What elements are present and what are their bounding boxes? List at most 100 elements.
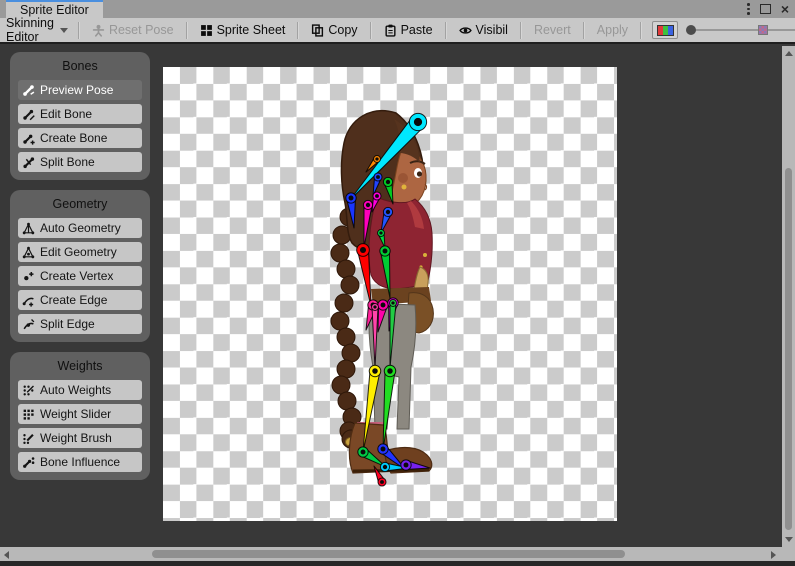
bone-joint[interactable]	[372, 368, 378, 374]
toolbar-divider	[520, 22, 522, 39]
bone-joint[interactable]	[376, 175, 380, 179]
bone-joint[interactable]	[360, 247, 366, 253]
toolbar-divider	[370, 22, 372, 39]
bone-joint[interactable]	[381, 447, 386, 452]
bone[interactable]	[383, 365, 396, 450]
bone-joint[interactable]	[404, 463, 409, 468]
toolbar-button-label: Paste	[401, 23, 433, 37]
bone-split-icon	[22, 156, 35, 169]
split-bone-button[interactable]: Split Bone	[18, 152, 142, 172]
revert-button: Revert	[524, 18, 581, 42]
auto-weights-button[interactable]: Auto Weights	[18, 380, 142, 400]
toolbar-divider	[445, 22, 447, 39]
bone-joint[interactable]	[386, 210, 390, 214]
toolbar-button-label: Apply	[597, 23, 628, 37]
panel-button-label: Weight Slider	[40, 407, 111, 421]
create-vertex-button[interactable]: Create Vertex	[18, 266, 142, 286]
copy-button[interactable]: Copy	[301, 18, 367, 42]
maximize-icon[interactable]	[760, 4, 771, 14]
weight-brush-button[interactable]: Weight Brush	[18, 428, 142, 448]
close-icon[interactable]: ×	[781, 3, 789, 15]
rgb-swatch-icon	[657, 25, 674, 36]
geometry-auto-icon	[22, 222, 35, 235]
mode-dropdown[interactable]: Skinning Editor	[0, 18, 76, 42]
bone-joint[interactable]	[361, 450, 366, 455]
paste-icon	[384, 24, 397, 37]
weight-slider-button[interactable]: Weight Slider	[18, 404, 142, 424]
panel-button-label: Auto Geometry	[40, 221, 121, 235]
bone-joint[interactable]	[349, 196, 354, 201]
panel-button-label: Create Vertex	[40, 269, 113, 283]
bone-joint[interactable]	[414, 118, 422, 126]
edit-bone-button[interactable]: Edit Bone	[18, 104, 142, 124]
bone-joint[interactable]	[373, 305, 376, 308]
bone-edit-icon	[22, 108, 35, 121]
toolbar-button-label: Copy	[328, 23, 357, 37]
toolbar-divider	[583, 22, 585, 39]
scroll-right-icon[interactable]	[771, 551, 776, 559]
bone-joint[interactable]	[381, 303, 386, 308]
slider-thumb[interactable]	[686, 25, 696, 35]
bone-preview-icon	[22, 84, 35, 97]
split-edge-button[interactable]: Split Edge	[18, 314, 142, 334]
panel-button-label: Auto Weights	[40, 383, 111, 397]
toolbar-button-label: Visibil	[476, 23, 508, 37]
person-icon	[92, 24, 105, 37]
scroll-left-icon[interactable]	[4, 551, 9, 559]
alpha-brightness-slider	[686, 22, 795, 38]
bone-influence-button[interactable]: Bone Influence	[18, 452, 142, 472]
bone-joint[interactable]	[383, 249, 388, 254]
weight-brush-icon	[22, 432, 35, 445]
panel-weights: Weights Auto Weights Weight Slider Weight B…	[10, 352, 150, 480]
auto-geometry-button[interactable]: Auto Geometry	[18, 218, 142, 238]
horizontal-scrollbar[interactable]	[0, 547, 782, 561]
bone-joint[interactable]	[383, 465, 387, 469]
preview-pose-button[interactable]: Preview Pose	[18, 80, 142, 100]
bone-joint[interactable]	[391, 301, 394, 304]
window-bottom-edge	[0, 561, 795, 566]
bone-joint[interactable]	[375, 157, 378, 160]
panel-title: Weights	[18, 359, 142, 373]
bone-joint[interactable]	[387, 368, 393, 374]
bone-joint[interactable]	[375, 194, 379, 198]
tab-title: Sprite Editor	[20, 3, 89, 17]
toolbar-divider	[186, 22, 188, 39]
sprite-sheet-button[interactable]: Sprite Sheet	[190, 18, 296, 42]
scroll-up-icon[interactable]	[785, 51, 793, 56]
toolbar-right	[638, 21, 795, 39]
edge-split-icon	[22, 318, 35, 331]
bone-create-icon	[22, 132, 35, 145]
weight-slider-icon	[22, 408, 35, 421]
panel-title: Bones	[18, 59, 142, 73]
bone-joint[interactable]	[386, 180, 390, 184]
scrollbar-corner	[782, 547, 795, 561]
create-bone-button[interactable]: Create Bone	[18, 128, 142, 148]
skinning-editor-viewport: Bones Preview Pose Edit Bone Create Bone Spl…	[0, 46, 782, 547]
bone-joint[interactable]	[380, 480, 384, 484]
horizontal-scroll-thumb[interactable]	[152, 550, 625, 558]
vertical-scroll-thumb[interactable]	[785, 168, 792, 530]
tab-strip: Sprite Editor ×	[0, 0, 795, 18]
vertical-scrollbar[interactable]	[782, 46, 795, 547]
toolbar-button-label: Revert	[534, 23, 571, 37]
toolbar-divider	[78, 22, 80, 39]
visibil-button[interactable]: Visibil	[449, 18, 518, 42]
rgb-channel-button[interactable]	[652, 21, 678, 39]
paste-button[interactable]: Paste	[374, 18, 443, 42]
bone[interactable]	[357, 244, 371, 306]
reset-pose-button: Reset Pose	[82, 18, 184, 42]
bone-joint[interactable]	[366, 203, 370, 207]
sprite-canvas[interactable]	[163, 67, 617, 521]
window-menu-icon[interactable]	[747, 3, 750, 15]
panel-button-label: Create Edge	[40, 293, 107, 307]
create-edge-button[interactable]: Create Edge	[18, 290, 142, 310]
panel-button-label: Edit Geometry	[40, 245, 117, 259]
window-controls: ×	[747, 2, 789, 16]
sprite-editor-window: Sprite Editor × Skinning Editor Reset Po…	[0, 0, 795, 566]
chevron-down-icon	[60, 28, 68, 33]
apply-button: Apply	[587, 18, 638, 42]
scroll-down-icon[interactable]	[785, 537, 793, 542]
edit-geometry-button[interactable]: Edit Geometry	[18, 242, 142, 262]
bone-joint[interactable]	[379, 231, 382, 234]
eye-icon	[459, 24, 472, 37]
